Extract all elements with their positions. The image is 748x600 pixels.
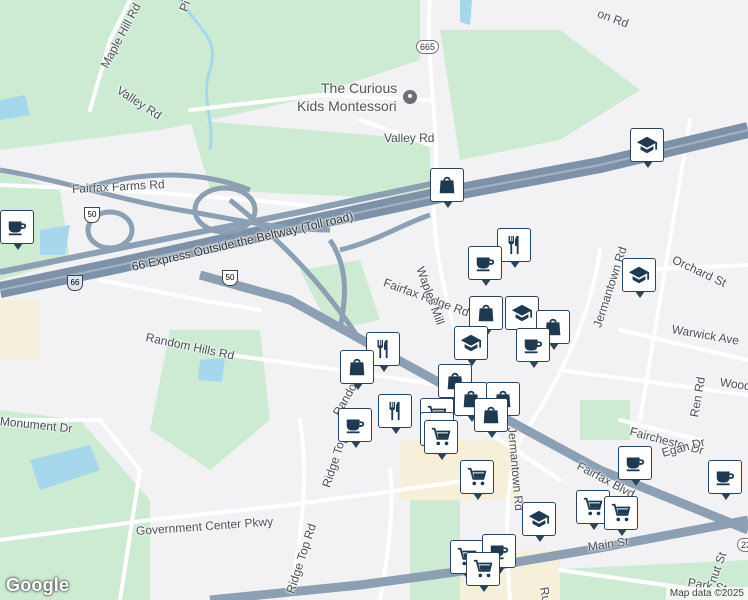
shopping-cart-icon <box>466 466 488 488</box>
school-icon <box>460 332 482 354</box>
shopping-bag-icon <box>346 356 368 378</box>
shopping-bag-icon <box>436 174 458 196</box>
poi-marker-shopping-cart[interactable] <box>604 496 638 536</box>
i-66-shield: 66 <box>67 275 83 291</box>
shopping-bag-icon <box>475 302 497 324</box>
water-area <box>198 358 225 382</box>
water-area <box>460 0 472 25</box>
school-name-line-1[interactable]: The Curious <box>321 80 397 96</box>
poi-marker-shopping-cart[interactable] <box>424 420 458 460</box>
us-50-shield: 50 <box>222 270 238 286</box>
coffee-icon <box>714 466 736 488</box>
school-place-pin[interactable] <box>403 90 417 104</box>
coffee-icon <box>344 414 366 436</box>
poi-marker-shopping-bag[interactable] <box>469 296 503 336</box>
school-icon <box>636 134 658 156</box>
route-665-shield: 665 <box>416 40 440 54</box>
poi-marker-shopping-bag[interactable] <box>474 398 508 438</box>
school-icon <box>511 302 533 324</box>
poi-marker-restaurant[interactable] <box>497 228 531 268</box>
poi-marker-shopping-cart[interactable] <box>460 460 494 500</box>
school-name-line-2[interactable]: Kids Montessori <box>297 98 397 114</box>
poi-marker-school[interactable] <box>454 326 488 366</box>
google-logo: Google <box>6 575 70 595</box>
poi-marker-shopping-cart[interactable] <box>466 552 500 592</box>
coffee-icon <box>624 452 646 474</box>
poi-marker-coffee[interactable] <box>0 210 34 250</box>
water-area <box>40 225 70 255</box>
shopping-cart-icon <box>472 558 494 580</box>
poi-marker-school[interactable] <box>522 502 556 542</box>
poi-marker-coffee[interactable] <box>338 408 372 448</box>
poi-marker-coffee[interactable] <box>516 328 550 368</box>
poi-marker-shopping-bag[interactable] <box>340 350 374 390</box>
poi-marker-school[interactable] <box>505 296 539 336</box>
poi-marker-shopping-bag[interactable] <box>430 168 464 208</box>
shopping-bag-icon <box>480 404 502 426</box>
poi-marker-restaurant[interactable] <box>378 394 412 434</box>
shopping-cart-icon <box>430 426 452 448</box>
poi-marker-coffee[interactable] <box>618 446 652 486</box>
coffee-icon <box>522 334 544 356</box>
school-icon <box>628 264 650 286</box>
valley-rd-label-east: Valley Rd <box>384 131 435 145</box>
poi-marker-school[interactable] <box>622 258 656 298</box>
shopping-cart-icon <box>582 496 604 518</box>
route-236-shield: 23 <box>737 538 748 552</box>
school-icon <box>528 508 550 530</box>
restaurant-icon <box>503 234 525 256</box>
shopping-cart-icon <box>610 502 632 524</box>
poi-marker-coffee[interactable] <box>468 246 502 286</box>
poi-marker-school[interactable] <box>630 128 664 168</box>
us-50-shield: 50 <box>84 207 100 223</box>
restaurant-icon <box>372 338 394 360</box>
poi-marker-coffee[interactable] <box>708 460 742 500</box>
map-canvas[interactable]: Maple Hill Rd Pi Valley Rd Valley Rd on … <box>0 0 748 600</box>
commercial-area <box>0 300 40 360</box>
restaurant-icon <box>384 400 406 422</box>
coffee-icon <box>474 252 496 274</box>
coffee-icon <box>6 216 28 238</box>
map-attribution[interactable]: Map data ©2025 <box>665 587 748 600</box>
